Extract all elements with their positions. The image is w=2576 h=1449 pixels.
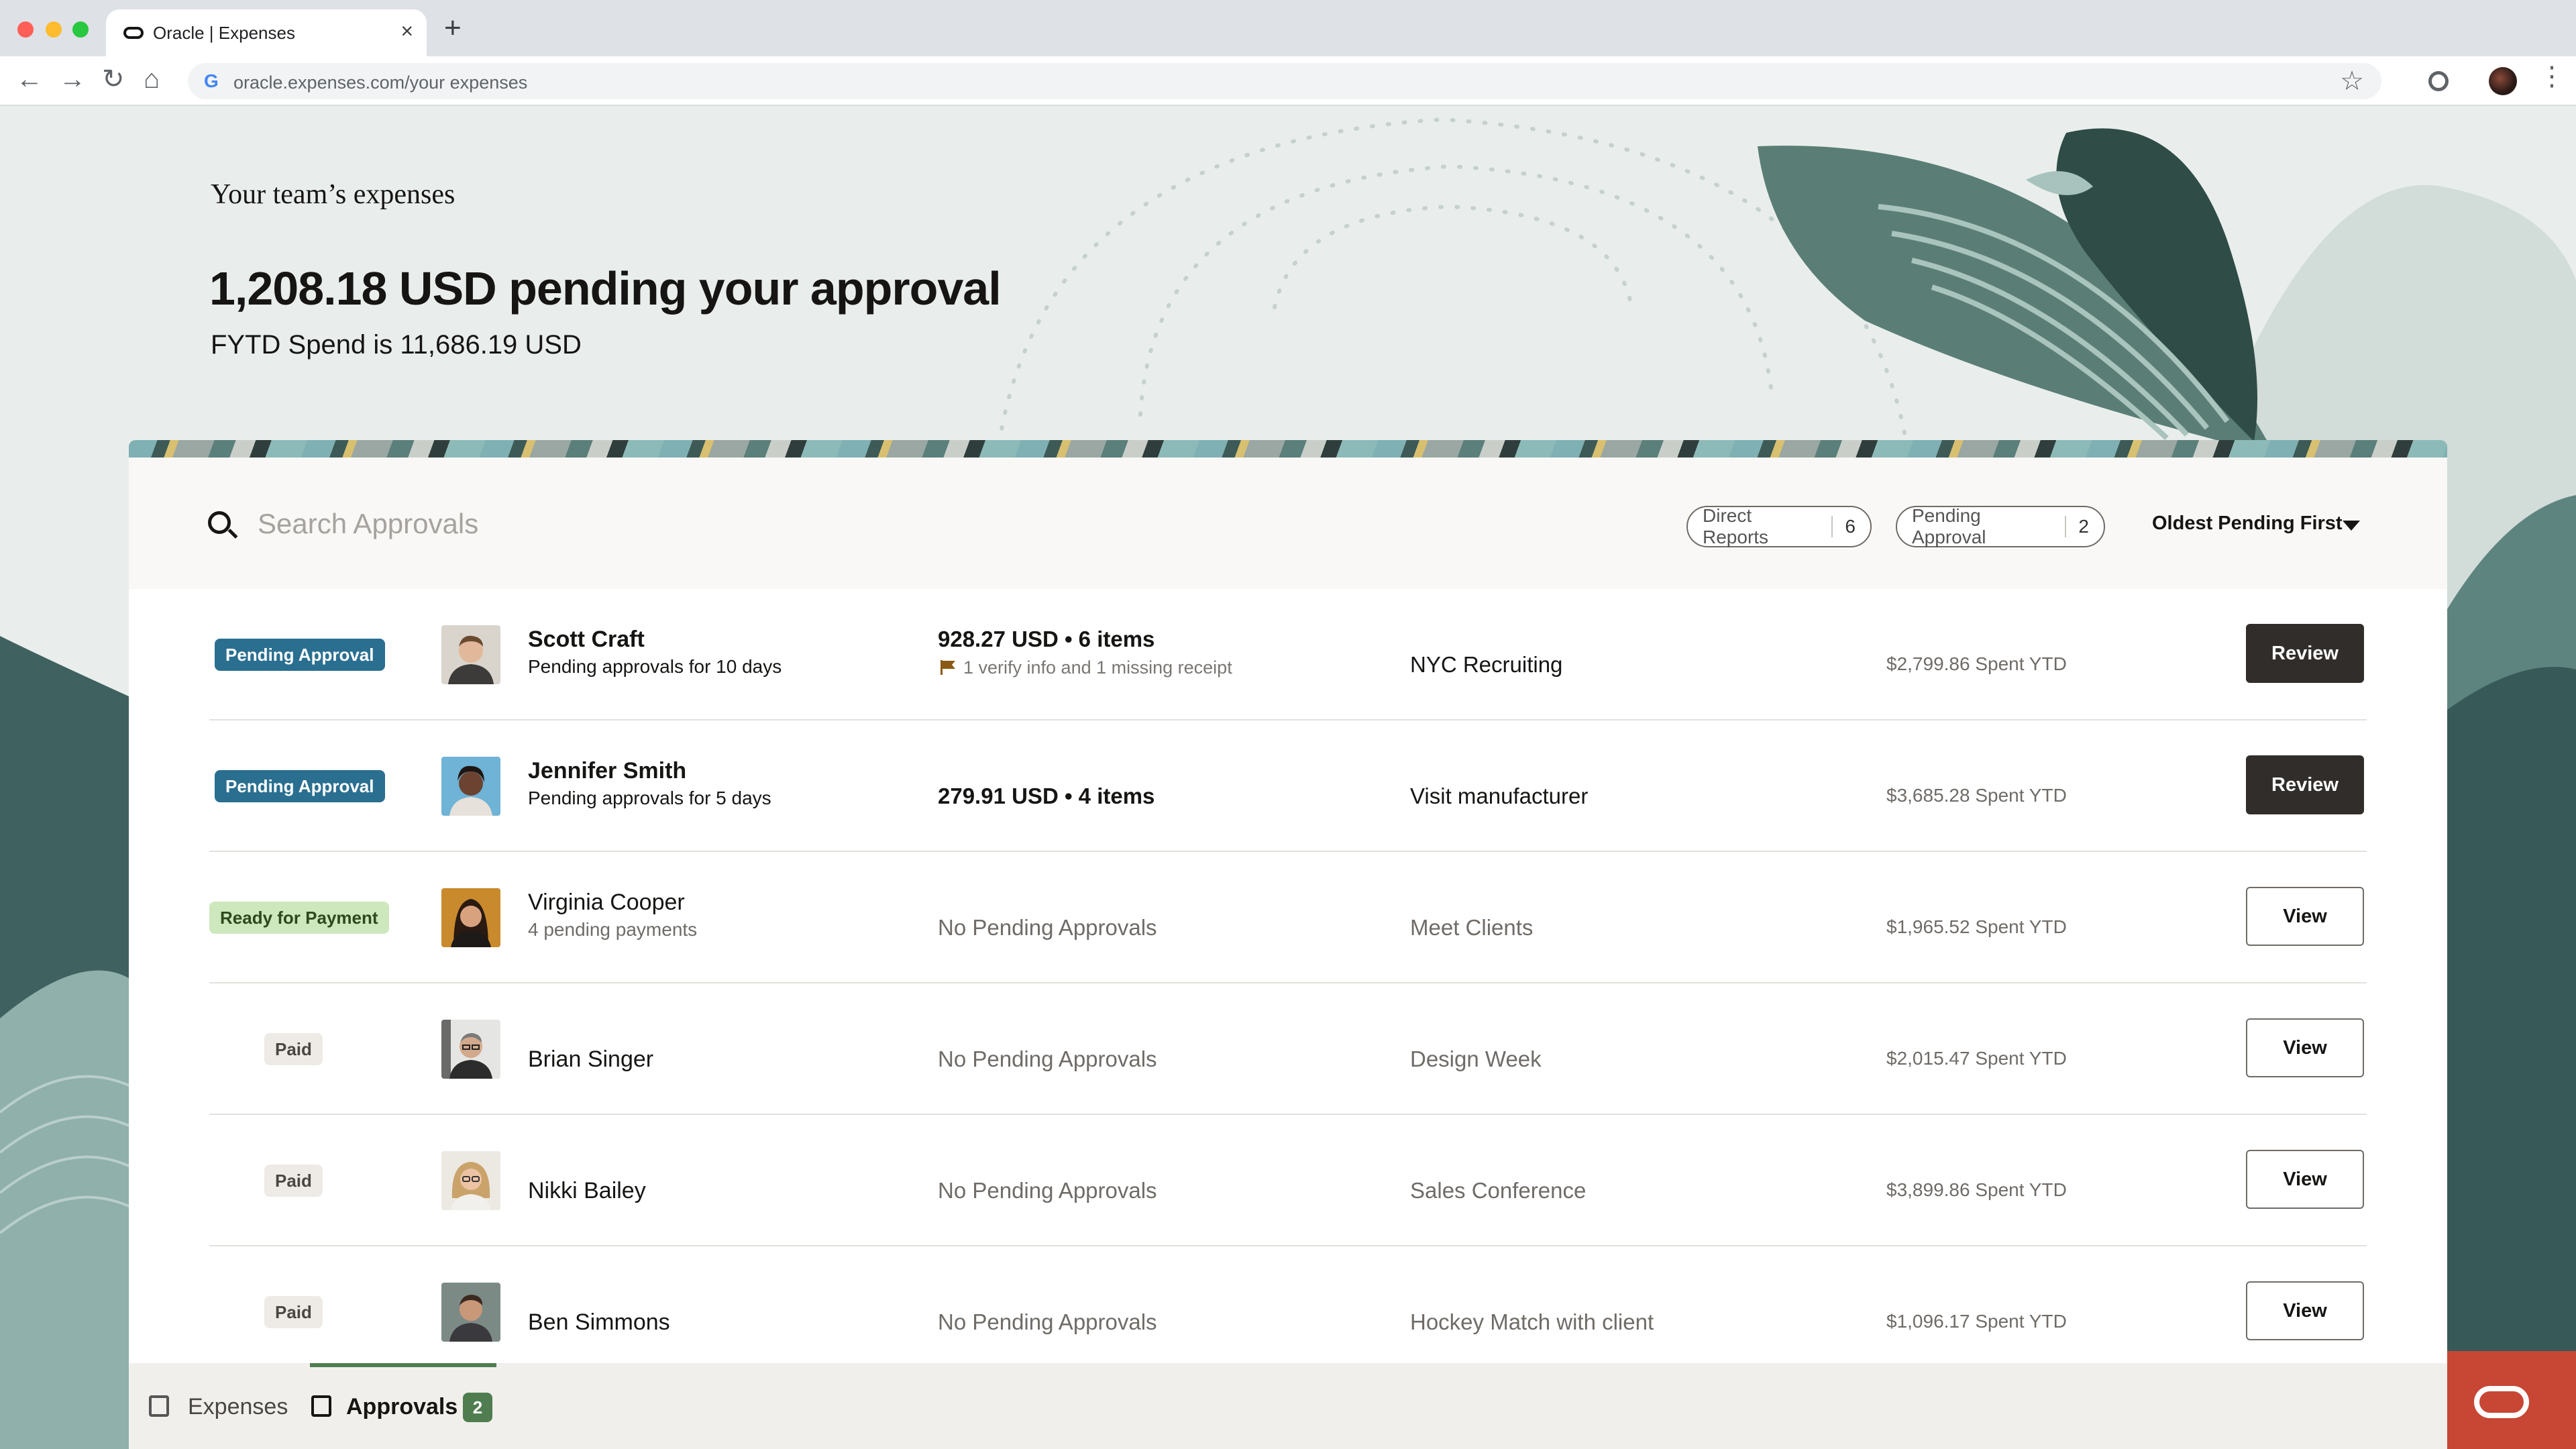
document-icon[interactable]	[311, 1395, 331, 1417]
pending-amount: No Pending Approvals	[938, 915, 1157, 940]
filter-chip-label: Pending Approval	[1912, 505, 1986, 547]
search-toolbar: Direct Reports 6 Pending Approval 2 Olde…	[129, 458, 2447, 589]
table-row: Paid Brian Singer No Pending Approvals D…	[209, 983, 2367, 1115]
filter-chip-count: 2	[2065, 516, 2089, 537]
bottom-navigation: Expenses Approvals 2	[129, 1363, 2447, 1449]
google-icon: G	[204, 70, 219, 91]
oracle-logo-icon	[2474, 1386, 2529, 1418]
search-icon	[208, 511, 231, 534]
employee-subtext: Pending approvals for 10 days	[528, 656, 782, 677]
view-button[interactable]: View	[2246, 1281, 2364, 1340]
wallet-icon[interactable]	[149, 1395, 169, 1417]
fytd-spend-text: FYTD Spend is 11,686.19 USD	[211, 330, 582, 360]
sort-dropdown[interactable]: Oldest Pending First	[2152, 513, 2343, 535]
status-badge: Paid	[264, 1296, 323, 1328]
view-button[interactable]: View	[2246, 1018, 2364, 1077]
decorative-pattern-strip	[129, 440, 2447, 458]
trip-name: Visit manufacturer	[1410, 784, 1589, 808]
pending-total-heading: 1,208.18 USD pending your approval	[209, 262, 1002, 315]
reload-icon[interactable]: ↻	[102, 66, 125, 93]
employee-name: Brian Singer	[528, 1046, 654, 1072]
trip-name: Hockey Match with client	[1410, 1309, 1654, 1334]
pending-amount: 279.91 USD • 4 items	[938, 784, 1155, 808]
status-badge: Pending Approval	[215, 639, 385, 671]
ytd-spend: $3,899.86 Spent YTD	[1886, 1179, 2067, 1200]
approvals-count-badge: 2	[463, 1393, 492, 1422]
pending-amount: No Pending Approvals	[938, 1046, 1157, 1071]
active-tab-indicator	[310, 1363, 496, 1367]
table-row: Paid Nikki Bailey No Pending Approvals S…	[209, 1115, 2367, 1246]
approvals-card: Direct Reports 6 Pending Approval 2 Olde…	[129, 458, 2447, 1449]
pending-amount: 928.27 USD • 6 items	[938, 627, 1155, 651]
filter-chip-pending-approval[interactable]: Pending Approval 2	[1896, 505, 2105, 547]
window-maximize-button[interactable]	[72, 21, 89, 38]
employee-name: Scott Craft	[528, 627, 645, 652]
profile-avatar[interactable]	[2489, 67, 2517, 95]
browser-menu-icon[interactable]: ⋮	[2538, 63, 2565, 90]
ytd-spend: $2,015.47 Spent YTD	[1886, 1048, 2067, 1069]
status-badge: Ready for Payment	[209, 902, 389, 934]
window-minimize-button[interactable]	[46, 21, 62, 38]
filter-chip-label: Direct Reports	[1703, 505, 1769, 547]
browser-tab-strip: Oracle | Expenses × +	[0, 0, 2576, 56]
ytd-spend: $3,685.28 Spent YTD	[1886, 785, 2067, 806]
avatar	[441, 1020, 500, 1079]
table-row: Pending Approval Scott Craft Pending app…	[209, 589, 2367, 720]
window-close-button[interactable]	[17, 21, 34, 38]
home-icon[interactable]: ⌂	[144, 66, 160, 93]
employee-name: Nikki Bailey	[528, 1178, 646, 1203]
oracle-favicon-icon	[123, 27, 144, 39]
pending-amount: No Pending Approvals	[938, 1309, 1157, 1334]
table-row: Paid Ben Simmons No Pending Approvals Ho…	[209, 1246, 2367, 1378]
ytd-spend: $1,965.52 Spent YTD	[1886, 916, 2067, 937]
employee-name: Ben Simmons	[528, 1309, 670, 1335]
avatar	[441, 1151, 500, 1210]
filter-chip-count: 6	[1831, 516, 1856, 537]
view-button[interactable]: View	[2246, 1150, 2364, 1209]
tab-close-icon[interactable]: ×	[400, 19, 413, 44]
review-button[interactable]: Review	[2246, 755, 2364, 814]
avatar	[441, 1283, 500, 1342]
pending-amount: No Pending Approvals	[938, 1178, 1157, 1203]
filter-chip-direct-reports[interactable]: Direct Reports 6	[1686, 505, 1872, 547]
caret-down-icon[interactable]	[2343, 521, 2360, 531]
status-badge: Paid	[264, 1033, 323, 1065]
table-row: Ready for Payment Virginia Cooper 4 pend…	[209, 852, 2367, 983]
address-bar[interactable]: G oracle.expenses.com/your expenses ☆	[188, 63, 2381, 99]
page-greeting: Your team’s expenses	[211, 179, 455, 210]
trip-name: Sales Conference	[1410, 1178, 1587, 1203]
flag-icon	[941, 660, 955, 675]
employee-subtext: 4 pending payments	[528, 919, 698, 940]
browser-toolbar: ← → ↻ ⌂ G oracle.expenses.com/your expen…	[0, 56, 2576, 106]
bookmark-star-icon[interactable]: ☆	[2340, 66, 2364, 97]
avatar	[441, 625, 500, 684]
avatar	[441, 757, 500, 816]
employee-subtext: Pending approvals for 5 days	[528, 788, 771, 808]
ytd-spend: $1,096.17 Spent YTD	[1886, 1311, 2067, 1332]
tab-title: Oracle | Expenses	[153, 23, 295, 43]
ytd-spend: $2,799.86 Spent YTD	[1886, 653, 2067, 674]
extension-icon[interactable]	[2428, 71, 2449, 91]
trip-name: NYC Recruiting	[1410, 652, 1563, 677]
tab-expenses[interactable]: Expenses	[188, 1394, 288, 1420]
forward-icon[interactable]: →	[59, 66, 86, 93]
oracle-assistant-button[interactable]	[2447, 1351, 2576, 1449]
avatar	[441, 888, 500, 947]
employee-name: Virginia Cooper	[528, 890, 685, 915]
tab-approvals[interactable]: Approvals	[346, 1394, 458, 1420]
trip-name: Meet Clients	[1410, 915, 1534, 940]
view-button[interactable]: View	[2246, 887, 2364, 946]
search-input[interactable]	[258, 500, 1197, 547]
status-badge: Pending Approval	[215, 770, 385, 802]
new-tab-button[interactable]: +	[444, 13, 462, 43]
employee-name: Jennifer Smith	[528, 758, 687, 784]
status-badge: Paid	[264, 1165, 323, 1197]
table-row: Pending Approval Jennifer Smith Pending …	[209, 720, 2367, 852]
expense-note: 1 verify info and 1 missing receipt	[963, 657, 1232, 678]
browser-tab[interactable]: Oracle | Expenses ×	[106, 9, 427, 56]
back-icon[interactable]: ←	[16, 66, 43, 93]
url-text[interactable]: oracle.expenses.com/your expenses	[233, 72, 527, 93]
review-button[interactable]: Review	[2246, 624, 2364, 683]
trip-name: Design Week	[1410, 1046, 1542, 1071]
